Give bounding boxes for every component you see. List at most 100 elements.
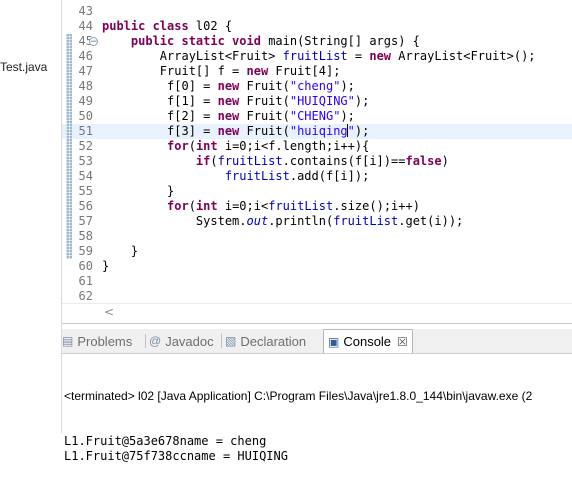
line-number: 57 <box>78 214 93 228</box>
code-line[interactable]: 49 f[1] = new Fruit("HUIQING"); <box>62 94 572 109</box>
code-token: .size();i++) <box>333 199 420 213</box>
code-text[interactable]: for(int i=0;i<fruitList.size();i++) <box>102 199 420 214</box>
code-text[interactable]: f[1] = new Fruit("HUIQING"); <box>102 94 369 109</box>
code-text[interactable]: } <box>102 259 109 274</box>
code-token: new <box>217 109 247 123</box>
declaration-icon: ▧ <box>225 334 237 348</box>
code-token: ); <box>340 79 355 93</box>
line-number: 54 <box>78 169 93 183</box>
code-text[interactable]: if(fruitList.contains(f[i])==false) <box>102 154 449 169</box>
code-token: fruitList <box>217 154 283 168</box>
horizontal-scrollbar[interactable]: < <box>62 303 572 322</box>
code-line[interactable]: 52 for(int i=0;i<f.length;i++){ <box>62 139 572 154</box>
code-token: false <box>405 154 442 168</box>
code-token: ) <box>441 154 449 168</box>
code-text[interactable]: fruitList.add(f[i]); <box>102 169 370 184</box>
fold-toggle-icon[interactable]: − <box>89 37 98 47</box>
code-token: out <box>246 214 269 228</box>
line-number: 61 <box>78 274 93 288</box>
tab-label: Problems <box>77 333 133 349</box>
code-text[interactable]: } <box>102 244 138 259</box>
code-line[interactable]: 44 public class l02 { <box>62 19 572 34</box>
code-token: int <box>195 139 225 153</box>
console-line: L1.Fruit@75f738ccname = HUIQING <box>64 449 288 463</box>
code-text[interactable]: Fruit[] f = new Fruit[4]; <box>102 64 341 79</box>
quick-diff-ruler <box>66 34 72 259</box>
code-text[interactable]: f[0] = new Fruit("cheng"); <box>102 79 355 94</box>
code-text[interactable]: ArrayList<Fruit> fruitList = new ArrayLi… <box>102 49 536 64</box>
code-token: ( <box>188 139 196 153</box>
code-line[interactable]: 53 if(fruitList.contains(f[i])==false) <box>62 154 572 169</box>
code-line[interactable]: 54 fruitList.add(f[i]); <box>62 169 572 184</box>
tab-javadoc[interactable]: @ Javadoc <box>149 329 214 353</box>
code-token: f[1] = <box>102 94 218 108</box>
code-line[interactable]: 47 Fruit[] f = new Fruit[4]; <box>62 64 572 79</box>
code-token: Fruit( <box>246 109 290 123</box>
code-token: public static void <box>130 34 269 48</box>
tab-label: Console <box>343 334 392 349</box>
tab-declaration[interactable]: ▧ Declaration <box>225 329 306 353</box>
tab-problems[interactable]: ▤ Problems <box>62 329 132 353</box>
code-token: "CHENG" <box>289 109 341 123</box>
code-line[interactable]: 57 System.out.println(fruitList.get(i)); <box>62 214 572 229</box>
code-token: = <box>347 49 370 63</box>
bottom-panel: ▤ Problems @ Javadoc ▧ Declaration ▣ Console ☒ <… <box>62 323 572 463</box>
code-line[interactable]: 43 <box>62 4 572 19</box>
code-token: main(String[] args) { <box>268 34 420 48</box>
code-line[interactable]: 58 <box>62 229 572 244</box>
code-token: .contains(f[i])== <box>282 154 406 168</box>
code-token: Fruit( <box>246 94 290 108</box>
code-line[interactable]: 62 <box>62 289 572 304</box>
line-number: 55 <box>78 184 93 198</box>
tab-label: Javadoc <box>165 333 214 349</box>
console-output[interactable]: <terminated> l02 [Java Application] C:\P… <box>64 358 572 494</box>
code-token: ArrayList<Fruit>(); <box>398 49 536 63</box>
code-token: .println( <box>268 214 334 228</box>
javadoc-icon: @ <box>149 334 162 348</box>
code-token: f[2] = <box>102 109 218 123</box>
line-number: 48 <box>78 79 93 93</box>
scroll-left-icon[interactable]: < <box>104 305 114 319</box>
code-token: } <box>102 244 139 258</box>
line-number: 50 <box>78 109 93 123</box>
code-line[interactable]: 55 } <box>62 184 572 199</box>
code-token: fruitList <box>268 199 334 213</box>
code-token: Fruit[4]; <box>275 64 341 78</box>
tab-console[interactable]: ▣ Console ☒ <box>323 329 413 353</box>
close-tab-icon[interactable]: ☒ <box>397 335 408 349</box>
code-text[interactable]: public static void main(String[] args) { <box>102 34 420 49</box>
code-line[interactable]: 59 } <box>62 244 572 259</box>
code-text[interactable]: } <box>102 184 174 199</box>
code-line[interactable]: 61 <box>62 274 572 289</box>
code-text[interactable]: System.out.println(fruitList.get(i)); <box>102 214 463 229</box>
code-line[interactable]: 60} <box>62 259 572 274</box>
tab-label: Declaration <box>240 333 307 349</box>
code-text[interactable]: f[3] = new Fruit("huiqing"); <box>102 124 369 139</box>
code-token: ); <box>354 124 370 138</box>
tab-separator <box>145 334 146 348</box>
code-line[interactable]: 48 f[0] = new Fruit("cheng"); <box>62 79 572 94</box>
code-token: public class <box>102 19 196 33</box>
code-text[interactable]: public class l02 { <box>102 19 232 34</box>
code-line[interactable]: 50 f[2] = new Fruit("CHENG"); <box>62 109 572 124</box>
code-token: new <box>246 64 276 78</box>
code-text[interactable]: f[2] = new Fruit("CHENG"); <box>102 109 355 124</box>
code-line[interactable]: 46 ArrayList<Fruit> fruitList = new Arra… <box>62 49 572 64</box>
code-token: ( <box>188 199 196 213</box>
code-token: f[0] = <box>102 79 218 93</box>
code-token: i=0;i<f.length;i++){ <box>224 139 370 153</box>
code-token: Fruit[] f = <box>102 64 247 78</box>
code-token: System. <box>102 214 247 228</box>
code-line[interactable]: 45 public static void main(String[] args… <box>62 34 572 49</box>
code-line[interactable]: 56 for(int i=0;i<fruitList.size();i++) <box>62 199 572 214</box>
code-token: .add(f[i]); <box>289 169 370 183</box>
file-item-test-java[interactable]: Test.java <box>0 60 47 74</box>
code-text[interactable]: for(int i=0;i<f.length;i++){ <box>102 139 369 154</box>
code-editor[interactable]: 43 44 public class l02 {45 public static v… <box>62 0 572 320</box>
code-line[interactable]: 51 f[3] = new Fruit("huiqing"); <box>62 124 572 139</box>
